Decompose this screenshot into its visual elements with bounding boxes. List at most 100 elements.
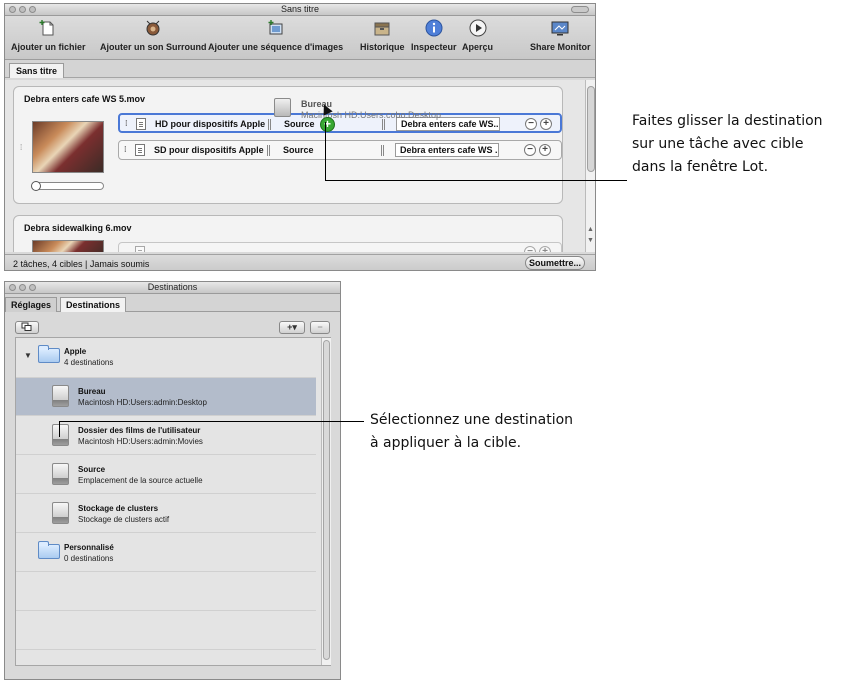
preview-label: Aperçu <box>462 42 494 52</box>
destinations-list: ▼ Apple 4 destinations Bureau Macintosh … <box>15 337 331 666</box>
batch-window-title: Sans titre <box>280 4 320 14</box>
target-row[interactable]: ⁞ SD pour dispositifs Apple Source Debra… <box>118 140 562 160</box>
destination-row-bureau[interactable]: Bureau Macintosh HD:Users:admin:Desktop <box>16 378 316 416</box>
target-handle-icon[interactable]: ⁞ <box>124 145 127 154</box>
scrubber-knob[interactable] <box>31 181 41 191</box>
destination-name: Dossier des films de l'utilisateur <box>78 426 201 435</box>
submit-button[interactable]: Soumettre... <box>525 256 585 270</box>
destinations-window: Destinations Réglages Destinations +▾ − … <box>4 281 341 680</box>
status-bar: 2 tâches, 4 cibles | Jamais soumis Soume… <box>5 254 595 270</box>
dragged-destination[interactable]: Bureau Macintosh HD:Users:cobo:Desktop + <box>272 96 452 132</box>
column-separator <box>381 145 384 156</box>
toolbar: Ajouter un fichier Ajouter un son Surrou… <box>5 16 595 60</box>
remove-target-button[interactable]: − <box>525 118 537 130</box>
destinations-titlebar: Destinations <box>5 282 340 294</box>
setting-doc-icon <box>136 118 146 130</box>
thumbnail-scrubber[interactable] <box>31 181 104 191</box>
add-image-sequence-button[interactable]: Ajouter une séquence d'images <box>208 19 343 52</box>
target-destination: Source <box>283 145 314 155</box>
minimize-button[interactable] <box>19 284 26 291</box>
callout-line: dans la fenêtre Lot. <box>632 159 769 175</box>
inspector-button[interactable]: Inspecteur <box>411 19 457 52</box>
info-icon <box>425 19 443 37</box>
play-icon <box>469 19 486 37</box>
destination-name: Stockage de clusters <box>78 504 159 513</box>
close-button[interactable] <box>9 284 16 291</box>
disclosure-triangle-icon[interactable]: ▼ <box>24 351 32 360</box>
destination-row-source[interactable]: Source Emplacement de la source actuelle <box>16 456 316 494</box>
callout-line: Faites glisser la destination <box>632 113 823 129</box>
destination-row-movies[interactable]: Dossier des films de l'utilisateur Macin… <box>16 417 316 455</box>
hard-drive-icon <box>52 385 69 407</box>
close-button[interactable] <box>9 6 16 13</box>
select-callout: Sélectionnez une destination à appliquer… <box>370 409 573 455</box>
inspector-label: Inspecteur <box>411 42 457 52</box>
setting-doc-icon <box>135 246 145 252</box>
batch-window: Sans titre Ajouter un fichier Ajouter un… <box>4 3 596 271</box>
destination-name: Bureau <box>78 387 106 396</box>
share-monitor-button[interactable]: Share Monitor <box>530 19 591 52</box>
tab-destinations[interactable]: Destinations <box>60 297 127 312</box>
batch-scrollbar[interactable]: ▲ ▼ <box>585 80 595 252</box>
duplicate-button[interactable] <box>15 321 39 334</box>
folder-icon <box>38 541 60 559</box>
destinations-window-title: Destinations <box>147 282 198 292</box>
drag-handle-icon[interactable]: ⁞ <box>20 143 22 152</box>
group-name: Apple <box>64 347 87 356</box>
add-file-button[interactable]: Ajouter un fichier <box>11 19 86 52</box>
target-row[interactable]: − + <box>118 242 562 252</box>
scrollbar-thumb[interactable] <box>587 86 595 172</box>
destination-name: Source <box>78 465 106 474</box>
drag-callout-leader <box>325 180 627 181</box>
destination-path: Macintosh HD:Users:admin:Desktop <box>78 398 207 407</box>
group-row-custom[interactable]: Personnalisé 0 destinations <box>16 534 316 572</box>
tab-settings[interactable]: Réglages <box>5 297 58 312</box>
history-label: Historique <box>360 42 405 52</box>
column-separator <box>268 119 271 130</box>
output-filename-field[interactable]: Debra enters cafe WS ... <box>395 143 499 157</box>
target-setting: SD pour dispositifs Apple <box>154 145 264 155</box>
batch-list: Debra enters cafe WS 5.mov ⁞ ⁞ HD pour d… <box>5 80 585 252</box>
zoom-button[interactable] <box>29 6 36 13</box>
hard-drive-icon <box>52 463 69 485</box>
tab-batch[interactable]: Sans titre <box>9 63 65 78</box>
zoom-button[interactable] <box>29 284 36 291</box>
add-surround-button[interactable]: Ajouter un son Surround <box>100 19 207 52</box>
empty-row <box>16 573 316 611</box>
preview-button[interactable]: Aperçu <box>462 19 493 52</box>
group-row-apple[interactable]: ▼ Apple 4 destinations <box>16 338 316 378</box>
copy-plus-icon: + <box>320 117 335 132</box>
minimize-button[interactable] <box>19 6 26 13</box>
folder-icon <box>38 345 60 363</box>
history-button[interactable]: Historique <box>360 19 405 52</box>
add-destination-button[interactable]: +▾ <box>279 321 305 334</box>
destinations-scrollbar[interactable] <box>321 338 331 665</box>
remove-target-button[interactable]: − <box>524 246 536 252</box>
job-2[interactable]: Debra sidewalking 6.mov − + <box>13 215 563 252</box>
add-target-button[interactable]: + <box>539 144 551 156</box>
video-thumbnail <box>32 240 104 252</box>
column-separator <box>267 145 270 156</box>
target-handle-icon[interactable]: ⁞ <box>125 119 128 128</box>
add-target-button[interactable]: + <box>540 118 552 130</box>
toolbar-toggle-button[interactable] <box>571 6 589 13</box>
batch-titlebar: Sans titre <box>5 4 595 16</box>
drag-callout: Faites glisser la destination sur une tâ… <box>632 110 823 179</box>
scroll-up-arrow-icon[interactable]: ▲ <box>587 226 594 233</box>
batch-tabbar: Sans titre <box>5 60 595 78</box>
remove-target-button[interactable]: − <box>524 144 536 156</box>
duplicate-icon <box>21 322 32 331</box>
share-monitor-label: Share Monitor <box>530 42 591 52</box>
callout-line: à appliquer à la cible. <box>370 435 522 451</box>
destination-path: Stockage de clusters actif <box>78 515 170 524</box>
scrollbar-thumb[interactable] <box>323 340 330 660</box>
target-setting: HD pour dispositifs Apple <box>155 119 266 129</box>
destination-path: Emplacement de la source actuelle <box>78 476 203 485</box>
add-target-button[interactable]: + <box>539 246 551 252</box>
job-name: Debra sidewalking 6.mov <box>24 223 132 233</box>
remove-destination-button[interactable]: − <box>310 321 330 334</box>
window-controls <box>9 6 36 13</box>
destination-row-cluster-storage[interactable]: Stockage de clusters Stockage de cluster… <box>16 495 316 533</box>
scroll-down-arrow-icon[interactable]: ▼ <box>587 237 594 244</box>
empty-row <box>16 612 316 650</box>
